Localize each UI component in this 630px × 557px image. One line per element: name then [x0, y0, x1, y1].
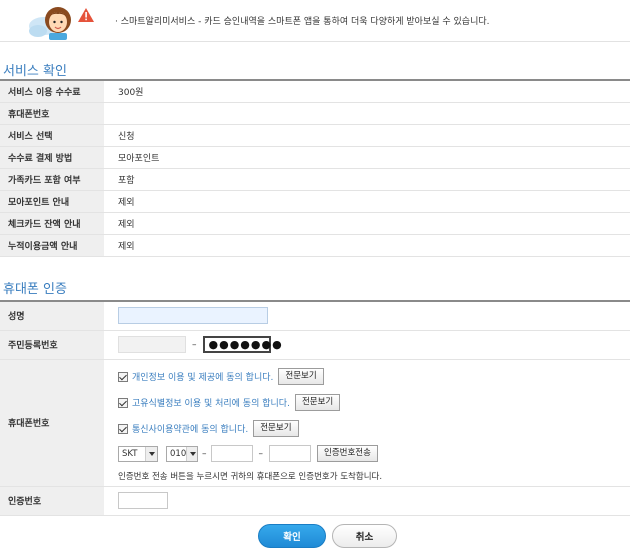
rrn-back-input[interactable]: ●●●●●●●: [202, 336, 282, 353]
code-row: 인증번호: [0, 486, 630, 516]
phone-row: 휴대폰번호 개인정보 이용 및 제공에 동의 합니다. 전문보기 고유식별정보 …: [0, 359, 630, 487]
table-row: 체크카드 잔액 안내 제외: [0, 212, 630, 235]
mascot-illustration: [29, 7, 94, 40]
agree-telecom-checkbox[interactable]: [118, 423, 128, 434]
phone-last-input[interactable]: [269, 445, 311, 462]
table-row: 모아포인트 안내 제외: [0, 190, 630, 213]
table-row: 누적이용금액 안내 제외: [0, 234, 630, 257]
carrier-select[interactable]: SKT: [118, 445, 158, 462]
send-code-button[interactable]: 인증번호전송: [317, 445, 378, 462]
name-row: 성명: [0, 301, 630, 331]
cancel-button[interactable]: 취소: [332, 524, 397, 548]
warning-icon: [78, 8, 94, 22]
agree-telecom-label[interactable]: 통신사이용약관에 동의 합니다.: [132, 422, 248, 435]
service-banner: · 스마트알리미서비스 - 카드 승인내역을 스마트폰 앱을 통하여 더욱 다양…: [0, 0, 630, 42]
table-row: 수수료 결제 방법 모아포인트: [0, 146, 630, 169]
name-input[interactable]: [118, 307, 268, 325]
table-row: 서비스 선택 신청: [0, 124, 630, 147]
unique-id-view-full-button[interactable]: 전문보기: [294, 394, 341, 411]
chevron-down-icon: [186, 446, 197, 461]
table-row: 가족카드 포함 여부 포함: [0, 168, 630, 191]
banner-notice: · 스마트알리미서비스 - 카드 승인내역을 스마트폰 앱을 통하여 더욱 다양…: [115, 17, 490, 27]
name-label: 성명: [0, 301, 104, 331]
table-row: 휴대폰번호: [0, 102, 630, 125]
code-label: 인증번호: [0, 486, 104, 516]
rrn-front-input[interactable]: [118, 336, 186, 353]
privacy-view-full-button[interactable]: 전문보기: [278, 368, 324, 385]
service-section-title: 서비스 확인: [3, 64, 67, 79]
agree-privacy-row: 개인정보 이용 및 제공에 동의 합니다. 전문보기: [118, 364, 630, 390]
service-info-table: 서비스 이용 수수료 300원 휴대폰번호 서비스 선택 신청 수수료 결제 방법 모…: [0, 79, 630, 257]
rrn-row: 주민등록번호 – ●●●●●●●: [0, 330, 630, 360]
agree-telecom-row: 통신사이용약관에 동의 합니다. 전문보기: [118, 416, 630, 442]
agree-privacy-label[interactable]: 개인정보 이용 및 제공에 동의 합니다.: [132, 370, 273, 383]
confirm-button[interactable]: 확인: [258, 524, 326, 548]
chevron-down-icon: [145, 446, 157, 461]
agree-unique-id-row: 고유식별정보 이용 및 처리에 동의 합니다. 전문보기: [118, 390, 630, 416]
phone-prefix-select[interactable]: 010: [166, 445, 198, 462]
auth-section-title: 휴대폰 인증: [3, 282, 67, 297]
phone-middle-input[interactable]: [210, 445, 253, 462]
auth-form-table: 성명 주민등록번호 – ●●●●●●● 휴대폰번호 개인정보 이용 및 제공에 동…: [0, 300, 630, 516]
rrn-label: 주민등록번호: [0, 330, 104, 360]
agree-unique-id-label[interactable]: 고유식별정보 이용 및 처리에 동의 합니다.: [132, 396, 290, 409]
table-row: 서비스 이용 수수료 300원: [0, 80, 630, 103]
agree-unique-id-checkbox[interactable]: [118, 397, 128, 408]
phone-number-row: SKT 010 – – 인증번호전송: [118, 442, 630, 466]
send-code-hint: 인증번호 전송 버튼을 누르시면 귀하의 휴대폰으로 인증번호가 도착합니다.: [118, 471, 383, 482]
phone-label: 휴대폰번호: [0, 359, 104, 487]
telecom-view-full-button[interactable]: 전문보기: [253, 420, 299, 437]
code-input[interactable]: [118, 492, 168, 509]
agree-privacy-checkbox[interactable]: [118, 371, 128, 382]
